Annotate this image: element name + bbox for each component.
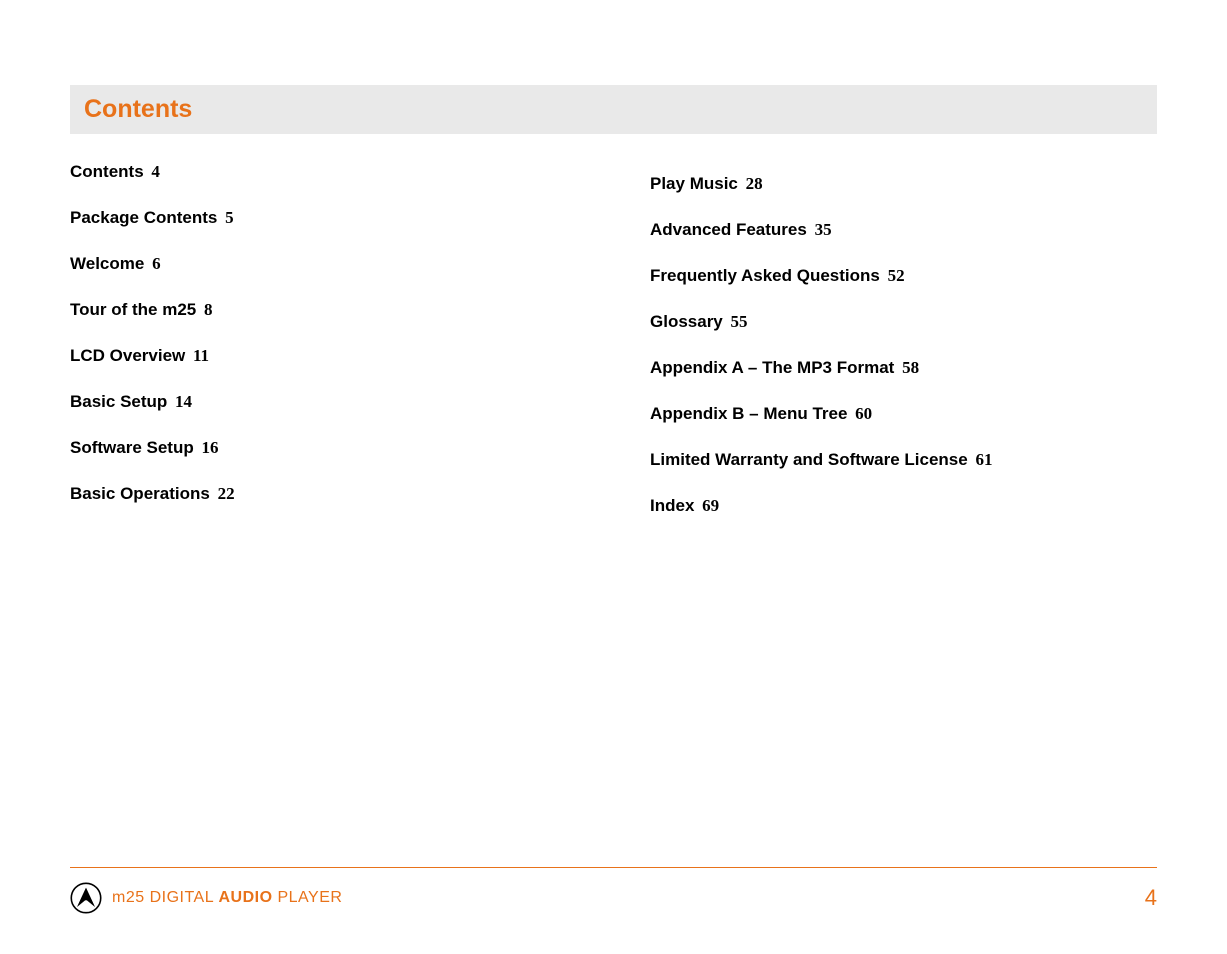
toc-entry: LCD Overview 11 <box>70 346 650 366</box>
toc-entry: Glossary 55 <box>650 312 1157 332</box>
contents-header-bar: Contents <box>70 85 1157 134</box>
footer-left: m25 DIGITAL AUDIO PLAYER <box>70 882 342 914</box>
toc-entry: Tour of the m25 8 <box>70 300 650 320</box>
page-number: 4 <box>1145 885 1157 911</box>
toc-entry: Appendix A – The MP3 Format 58 <box>650 358 1157 378</box>
toc-page: 60 <box>855 404 872 423</box>
toc-page: 52 <box>888 266 905 285</box>
product-prefix: m25 DIGITAL <box>112 889 218 906</box>
toc-column-left: Contents 4 Package Contents 5 Welcome 6 … <box>70 162 650 542</box>
toc-entry: Play Music 28 <box>650 174 1157 194</box>
toc-entry: Appendix B – Menu Tree 60 <box>650 404 1157 424</box>
toc-label: Advanced Features <box>650 220 807 239</box>
toc-label: Tour of the m25 <box>70 300 196 319</box>
toc-page: 5 <box>225 208 234 227</box>
toc-label: Software Setup <box>70 438 194 457</box>
toc-page: 69 <box>702 496 719 515</box>
toc-columns: Contents 4 Package Contents 5 Welcome 6 … <box>70 162 1157 542</box>
footer-divider <box>70 867 1157 868</box>
toc-page: 55 <box>731 312 748 331</box>
toc-label: Glossary <box>650 312 723 331</box>
toc-entry: Advanced Features 35 <box>650 220 1157 240</box>
toc-page: 28 <box>746 174 763 193</box>
toc-entry: Limited Warranty and Software License 61 <box>650 450 1157 470</box>
motorola-logo-icon <box>70 882 102 914</box>
toc-label: Basic Operations <box>70 484 210 503</box>
toc-entry: Index 69 <box>650 496 1157 516</box>
toc-page: 58 <box>902 358 919 377</box>
product-name: m25 DIGITAL AUDIO PLAYER <box>112 889 342 907</box>
toc-column-right: Play Music 28 Advanced Features 35 Frequ… <box>650 162 1157 542</box>
toc-label: Welcome <box>70 254 144 273</box>
toc-label: Frequently Asked Questions <box>650 266 880 285</box>
toc-label: LCD Overview <box>70 346 185 365</box>
product-bold: AUDIO <box>218 889 272 906</box>
toc-entry: Frequently Asked Questions 52 <box>650 266 1157 286</box>
product-suffix: PLAYER <box>273 889 343 906</box>
toc-entry: Contents 4 <box>70 162 650 182</box>
toc-entry: Basic Operations 22 <box>70 484 650 504</box>
toc-label: Index <box>650 496 694 515</box>
toc-label: Basic Setup <box>70 392 167 411</box>
toc-entry: Package Contents 5 <box>70 208 650 228</box>
toc-page: 16 <box>201 438 218 457</box>
toc-page: 22 <box>218 484 235 503</box>
toc-page: 11 <box>193 346 209 365</box>
toc-page: 61 <box>975 450 992 469</box>
toc-label: Appendix A – The MP3 Format <box>650 358 894 377</box>
toc-page: 35 <box>815 220 832 239</box>
page-footer: m25 DIGITAL AUDIO PLAYER 4 <box>70 867 1157 914</box>
toc-label: Limited Warranty and Software License <box>650 450 968 469</box>
page-title: Contents <box>84 95 1143 124</box>
toc-entry: Basic Setup 14 <box>70 392 650 412</box>
toc-entry: Software Setup 16 <box>70 438 650 458</box>
toc-label: Package Contents <box>70 208 217 227</box>
toc-page: 6 <box>152 254 161 273</box>
toc-label: Play Music <box>650 174 738 193</box>
footer-row: m25 DIGITAL AUDIO PLAYER 4 <box>70 882 1157 914</box>
toc-label: Contents <box>70 162 144 181</box>
toc-page: 4 <box>151 162 160 181</box>
toc-page: 14 <box>175 392 192 411</box>
toc-entry: Welcome 6 <box>70 254 650 274</box>
toc-page: 8 <box>204 300 213 319</box>
toc-label: Appendix B – Menu Tree <box>650 404 847 423</box>
